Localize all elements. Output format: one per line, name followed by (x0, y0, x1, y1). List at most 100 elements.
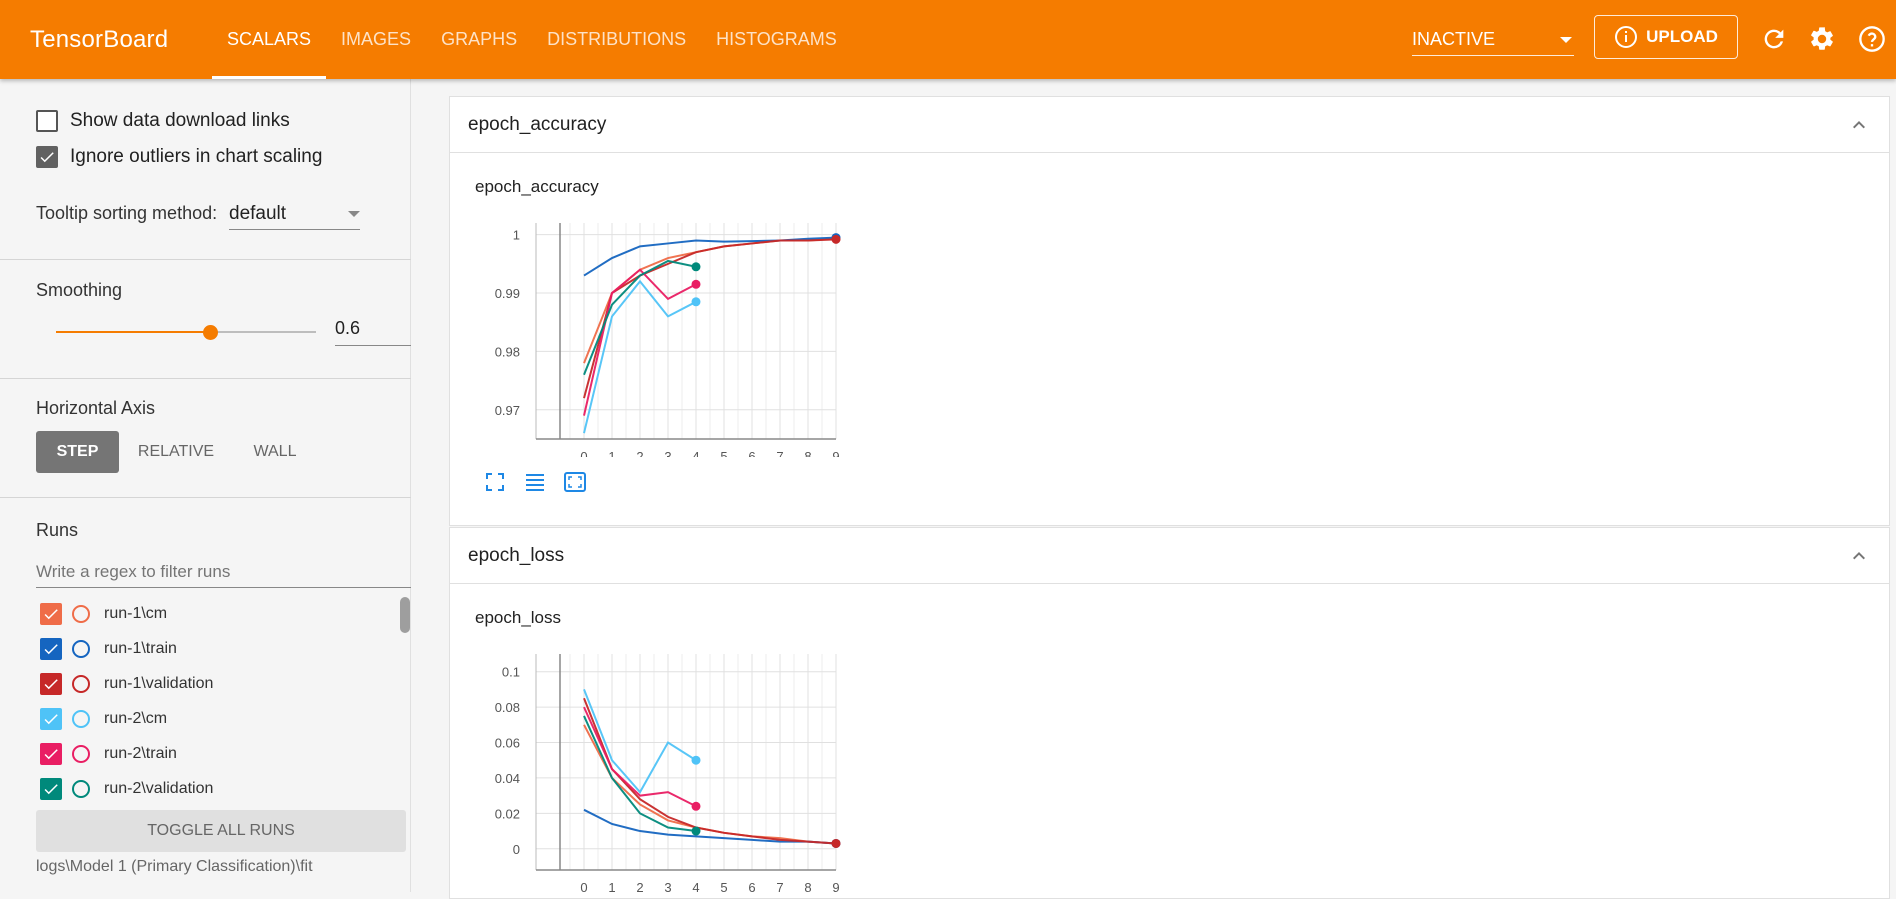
run-checkbox[interactable] (40, 673, 62, 695)
tab-images[interactable]: IMAGES (326, 0, 426, 79)
x-tick-label: 8 (804, 880, 811, 895)
series-endpoint (691, 297, 701, 307)
epoch-loss-chart-title: epoch_loss (475, 608, 562, 627)
run-checkbox[interactable] (40, 603, 62, 625)
options-section (0, 79, 411, 260)
series-endpoint (691, 826, 701, 836)
inactive-dashboard-select[interactable]: INACTIVE (1412, 24, 1574, 56)
dashboard-tabs: SCALARS IMAGES GRAPHS DISTRIBUTIONS HIST… (212, 0, 852, 79)
x-tick-label: 1 (608, 449, 615, 457)
smoothing-slider-thumb[interactable] (203, 325, 218, 340)
show-download-checkbox[interactable] (36, 110, 58, 132)
upload-button[interactable]: UPLOAD (1594, 15, 1738, 59)
refresh-icon[interactable] (1760, 25, 1788, 53)
epoch-loss-card-header[interactable]: epoch_loss (450, 528, 1889, 584)
x-tick-label: 6 (748, 449, 755, 457)
run-checkbox[interactable] (40, 708, 62, 730)
run-item[interactable]: run-2\cm (40, 707, 167, 731)
x-tick-label: 5 (720, 880, 727, 895)
run-color-circle-icon[interactable] (72, 780, 90, 798)
horizontal-axis-label: Horizontal Axis (36, 398, 156, 418)
epoch-loss-header-title: epoch_loss (468, 544, 565, 566)
tooltip-sorting-label: Tooltip sorting method: (36, 203, 218, 223)
toggle-all-runs-button[interactable]: TOGGLE ALL RUNS (36, 810, 406, 852)
x-tick-label: 2 (636, 449, 643, 457)
series-endpoint (831, 838, 841, 848)
run-item[interactable]: run-2\validation (40, 777, 213, 801)
axis-step-button[interactable]: STEP (36, 431, 119, 473)
x-tick-label: 6 (748, 880, 755, 895)
smoothing-label: Smoothing (36, 280, 123, 300)
epoch-accuracy-card: epoch_accuracy epoch_accuracy 0 1 2 3 4 5 6 7 8 9… (449, 96, 1890, 526)
x-tick-label: 7 (776, 880, 783, 895)
epoch-accuracy-chart[interactable]: 0 1 2 3 4 5 6 7 8 9 1 0.99 0.98 0.97 (480, 207, 860, 457)
gear-icon[interactable] (1808, 25, 1836, 53)
run-item[interactable]: run-1\cm (40, 602, 167, 626)
chevron-up-icon[interactable] (1847, 544, 1871, 568)
run-item[interactable]: run-1\train (40, 637, 177, 661)
epoch-accuracy-header-title: epoch_accuracy (468, 113, 607, 135)
run-color-circle-icon[interactable] (72, 640, 90, 658)
run-item[interactable]: run-2\train (40, 742, 177, 766)
series-endpoint (831, 234, 841, 244)
axis-wall-button[interactable]: WALL (238, 431, 312, 473)
tab-distributions[interactable]: DISTRIBUTIONS (532, 0, 701, 79)
x-tick-label: 9 (832, 449, 839, 457)
fit-domain-icon[interactable] (563, 470, 587, 494)
x-tick-label: 4 (692, 880, 699, 895)
inactive-select-value: INACTIVE (1412, 29, 1496, 49)
series-endpoint (691, 262, 701, 272)
help-icon[interactable] (1858, 25, 1886, 53)
tooltip-sorting-value: default (229, 202, 287, 224)
run-color-circle-icon[interactable] (72, 710, 90, 728)
epoch-accuracy-chart-title: epoch_accuracy (475, 177, 599, 196)
show-download-label: Show data download links (70, 110, 290, 131)
axis-relative-button[interactable]: RELATIVE (130, 431, 222, 473)
series-endpoint (691, 755, 701, 765)
ignore-outliers-checkbox[interactable] (36, 146, 58, 168)
show-download-links-option[interactable]: Show data download links (36, 110, 290, 132)
ignore-outliers-label: Ignore outliers in chart scaling (70, 146, 323, 167)
x-tick-label: 3 (664, 449, 671, 457)
x-tick-label: 8 (804, 449, 811, 457)
runs-scrollbar[interactable] (400, 597, 410, 633)
fullscreen-icon[interactable] (483, 470, 507, 494)
y-tick-label: 0.08 (495, 700, 520, 715)
run-item[interactable]: run-1\validation (40, 672, 213, 696)
x-tick-label: 5 (720, 449, 727, 457)
run-name: run-2\cm (104, 710, 168, 727)
run-checkbox[interactable] (40, 743, 62, 765)
x-tick-label: 1 (608, 880, 615, 895)
chevron-up-icon[interactable] (1847, 113, 1871, 137)
run-checkbox[interactable] (40, 638, 62, 660)
series-endpoint (691, 801, 701, 811)
y-tick-label: 0.1 (502, 665, 520, 680)
run-color-circle-icon[interactable] (72, 675, 90, 693)
smoothing-value-input[interactable]: 0.6 (335, 318, 411, 346)
toggle-y-axis-log-icon[interactable] (523, 470, 547, 494)
app-brand: TensorBoard (30, 25, 169, 53)
run-name: run-2\train (104, 745, 177, 762)
ignore-outliers-option[interactable]: Ignore outliers in chart scaling (36, 146, 322, 168)
checkmark-icon (44, 679, 58, 690)
log-directory-path: logs\Model 1 (Primary Classification)\fi… (36, 858, 313, 875)
y-tick-label: 0.06 (495, 736, 520, 751)
run-color-circle-icon[interactable] (72, 605, 90, 623)
run-color-circle-icon[interactable] (72, 745, 90, 763)
epoch-loss-chart[interactable]: 0 1 2 3 4 5 6 7 8 9 0.1 0.08 0.06 0.04 0.02 0 (480, 638, 860, 898)
runs-filter-input[interactable] (36, 556, 411, 588)
tab-histograms[interactable]: HISTOGRAMS (701, 0, 852, 79)
y-tick-label: 0.02 (495, 806, 520, 821)
x-tick-label: 4 (692, 449, 699, 457)
y-tick-label: 0.04 (495, 771, 520, 786)
tab-scalars[interactable]: SCALARS (212, 0, 327, 79)
chevron-down-icon (348, 210, 360, 217)
checkmark-icon (44, 749, 58, 760)
x-tick-label: 0 (580, 880, 587, 895)
top-app-bar: TensorBoard SCALARS IMAGES GRAPHS DISTRI… (0, 0, 1896, 79)
x-tick-label: 3 (664, 880, 671, 895)
tooltip-sorting-select[interactable]: default (229, 198, 360, 230)
run-checkbox[interactable] (40, 778, 62, 800)
tab-graphs[interactable]: GRAPHS (426, 0, 532, 79)
epoch-accuracy-card-header[interactable]: epoch_accuracy (450, 97, 1889, 153)
